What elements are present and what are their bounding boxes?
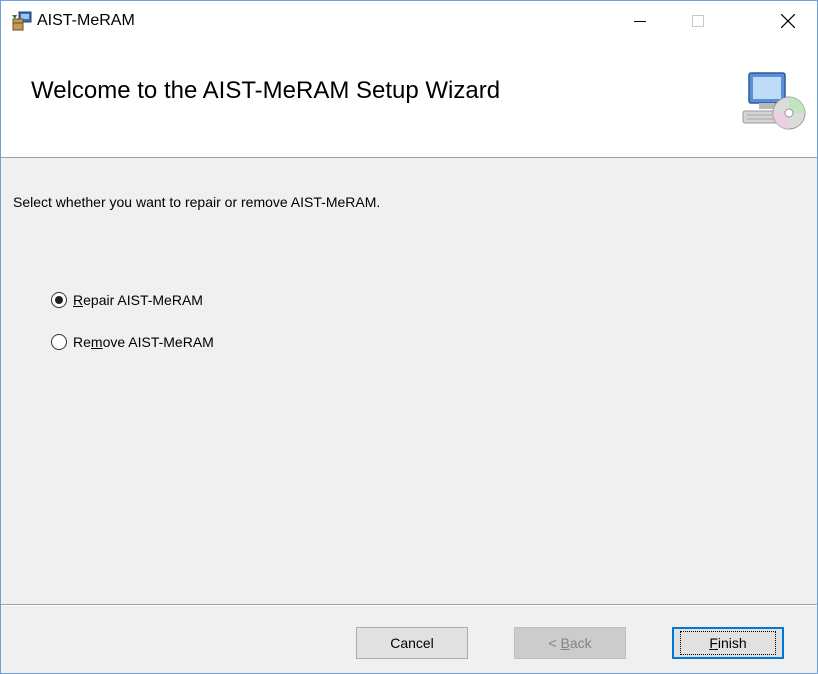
repair-radio[interactable] bbox=[51, 292, 67, 308]
remove-radio[interactable] bbox=[51, 334, 67, 350]
window-title: AIST-MeRAM bbox=[37, 12, 135, 29]
cancel-button[interactable]: Cancel bbox=[356, 627, 468, 659]
remove-option[interactable]: Remove AIST-MeRAM bbox=[51, 334, 214, 350]
finish-button-label: Finish bbox=[680, 631, 776, 655]
finish-button[interactable]: Finish bbox=[672, 627, 784, 659]
cancel-button-label: Cancel bbox=[390, 635, 434, 651]
maximize-button bbox=[669, 1, 727, 41]
instruction-text: Select whether you want to repair or rem… bbox=[13, 194, 381, 210]
wizard-body: Select whether you want to repair or rem… bbox=[1, 158, 817, 604]
remove-label: Remove AIST-MeRAM bbox=[73, 334, 214, 350]
repair-option[interactable]: Repair AIST-MeRAM bbox=[51, 292, 203, 308]
computer-cd-icon bbox=[742, 72, 806, 130]
close-icon bbox=[781, 14, 795, 28]
close-button[interactable] bbox=[759, 1, 817, 41]
footer-divider-highlight bbox=[1, 605, 817, 606]
minimize-icon bbox=[634, 21, 646, 22]
setup-window: AIST-MeRAM Welcome to the AIST-MeRAM Set… bbox=[0, 0, 818, 674]
maximize-icon bbox=[692, 15, 704, 27]
repair-label: Repair AIST-MeRAM bbox=[73, 292, 203, 308]
back-button: < Back bbox=[514, 627, 626, 659]
page-title: Welcome to the AIST-MeRAM Setup Wizard bbox=[31, 77, 501, 104]
back-button-label: < Back bbox=[548, 635, 592, 651]
minimize-button[interactable] bbox=[611, 1, 669, 41]
title-bar[interactable]: AIST-MeRAM bbox=[1, 1, 817, 41]
wizard-header: Welcome to the AIST-MeRAM Setup Wizard bbox=[1, 41, 817, 158]
installer-package-icon bbox=[12, 11, 32, 31]
